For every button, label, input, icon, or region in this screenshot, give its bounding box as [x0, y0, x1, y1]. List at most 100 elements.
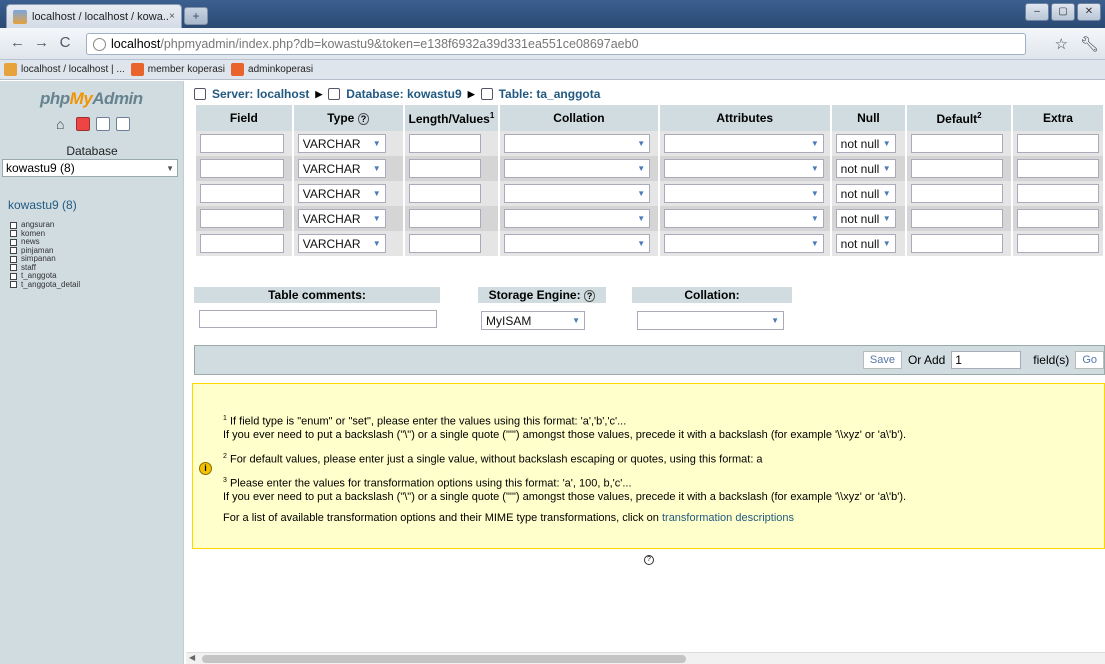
length-input[interactable] [408, 234, 481, 253]
query-window-icon[interactable] [96, 117, 110, 131]
collation-select[interactable]: ▼ [504, 184, 651, 203]
col-header-type: Type ? [293, 105, 403, 131]
bookmark-icon [4, 63, 17, 76]
table-icon [10, 272, 17, 280]
type-select[interactable]: VARCHAR ▼ [297, 234, 386, 253]
null-select[interactable]: not null ▼ [835, 209, 896, 228]
address-bar[interactable]: localhost/phpmyadmin/index.php?db=kowast… [86, 33, 1026, 55]
field-name-input[interactable] [200, 209, 284, 228]
home-icon[interactable]: ⌂ [56, 117, 70, 131]
breadcrumb-database[interactable]: Database: kowastu9 [346, 87, 461, 101]
bookmark-star-icon[interactable]: ☆ [1055, 35, 1068, 53]
extra-input[interactable] [1016, 134, 1099, 153]
length-input[interactable] [408, 159, 481, 178]
bookmark-adminkoperasi[interactable]: adminkoperasi [231, 63, 313, 76]
chevron-down-icon: ▼ [771, 316, 779, 325]
save-button[interactable]: Save [862, 351, 902, 369]
collation-select[interactable]: ▼ [504, 134, 651, 153]
help-icon[interactable]: ? [583, 290, 596, 302]
type-select[interactable]: VARCHAR ▼ [297, 159, 386, 178]
attributes-select[interactable]: ▼ [663, 159, 824, 178]
attributes-select[interactable]: ▼ [663, 209, 824, 228]
extra-input[interactable] [1016, 184, 1099, 203]
chevron-down-icon: ▼ [810, 214, 819, 223]
info-icon: i [199, 462, 212, 475]
bookmark-localhost[interactable]: localhost / localhost | ... [4, 63, 125, 76]
storage-engine-select[interactable]: MyISAM ▼ [481, 311, 585, 330]
maximize-button[interactable]: ▢ [1051, 3, 1075, 21]
chevron-down-icon: ▼ [637, 139, 646, 148]
browser-tab[interactable]: localhost / localhost / kowa... × [6, 4, 182, 28]
chevron-down-icon: ▼ [637, 239, 646, 248]
storage-engine-label: Storage Engine: ? [478, 287, 606, 303]
attributes-select[interactable]: ▼ [663, 234, 824, 253]
length-input[interactable] [408, 134, 481, 153]
field-name-input[interactable] [200, 159, 284, 178]
attributes-select[interactable]: ▼ [663, 184, 824, 203]
table-row: VARCHAR ▼ ▼ ▼ not null ▼ [196, 181, 1103, 206]
sql-icon[interactable] [76, 117, 90, 131]
database-title-link[interactable]: kowastu9 (8) [8, 198, 77, 212]
tab-close-icon[interactable]: × [169, 11, 175, 22]
collation-select[interactable]: ▼ [504, 234, 651, 253]
close-window-button[interactable]: ✕ [1077, 3, 1101, 21]
field-name-input[interactable] [200, 234, 284, 253]
null-select[interactable]: not null ▼ [835, 159, 896, 178]
minimize-button[interactable]: – [1025, 3, 1049, 21]
length-input[interactable] [408, 209, 481, 228]
default-input[interactable] [911, 134, 1004, 153]
scrollbar-thumb[interactable] [202, 655, 686, 663]
field-name-input[interactable] [200, 134, 284, 153]
table-icon [480, 88, 493, 100]
extra-input[interactable] [1016, 159, 1099, 178]
add-fields-input[interactable]: 1 [951, 351, 1022, 369]
chevron-down-icon: ▼ [637, 189, 646, 198]
type-select[interactable]: VARCHAR ▼ [297, 209, 386, 228]
default-input[interactable] [911, 159, 1004, 178]
forward-arrow-icon[interactable]: → [34, 34, 49, 51]
type-select[interactable]: VARCHAR ▼ [297, 134, 386, 153]
chevron-down-icon: ▼ [372, 239, 381, 248]
collation-select[interactable]: ▼ [504, 159, 651, 178]
col-header-default: Default2 [907, 105, 1011, 131]
table-icon [10, 255, 17, 263]
docs-icon[interactable] [116, 117, 130, 131]
default-input[interactable] [911, 209, 1004, 228]
help-icon[interactable]: ? [357, 113, 370, 125]
chevron-down-icon: ▼ [810, 139, 819, 148]
scroll-left-icon[interactable]: ◀ [189, 653, 195, 662]
extra-input[interactable] [1016, 234, 1099, 253]
go-button[interactable]: Go [1075, 351, 1104, 369]
new-tab-button[interactable]: + [184, 7, 208, 25]
bookmark-member-koperasi[interactable]: member koperasi [130, 63, 225, 76]
default-input[interactable] [911, 234, 1004, 253]
default-input[interactable] [911, 184, 1004, 203]
col-header-collation: Collation [500, 105, 658, 131]
field-definition-table: Field Type ? Length/Values1 Collation At… [194, 105, 1105, 256]
extra-input[interactable] [1016, 209, 1099, 228]
table-collation-select[interactable]: ▼ [637, 311, 784, 330]
table-comments-input[interactable] [199, 310, 437, 328]
table-comments-label: Table comments: [194, 287, 440, 303]
table-item-t-anggota-detail[interactable]: t_anggota_detail [10, 280, 80, 290]
reload-icon[interactable]: C [58, 34, 72, 51]
null-select[interactable]: not null ▼ [835, 134, 896, 153]
back-arrow-icon[interactable]: ← [10, 34, 25, 51]
phpmyadmin-logo[interactable]: phpMyAdmin [40, 89, 143, 109]
attributes-select[interactable]: ▼ [663, 134, 824, 153]
type-select[interactable]: VARCHAR ▼ [297, 184, 386, 203]
length-input[interactable] [408, 184, 481, 203]
horizontal-scrollbar[interactable]: ◀ [186, 652, 1105, 664]
help-icon[interactable]: ? [644, 555, 654, 565]
null-select[interactable]: not null ▼ [835, 184, 896, 203]
null-select[interactable]: not null ▼ [835, 234, 896, 253]
col-header-field: Field [196, 105, 292, 131]
breadcrumb-table[interactable]: Table: ta_anggota [499, 87, 601, 101]
database-select[interactable]: kowastu9 (8) ▼ [2, 159, 178, 177]
transformation-descriptions-link[interactable]: transformation descriptions [662, 512, 794, 524]
breadcrumb-server[interactable]: Server: localhost [212, 87, 309, 101]
collation-select[interactable]: ▼ [504, 209, 651, 228]
wrench-icon[interactable]: 🔧︎ [1080, 35, 1099, 53]
field-name-input[interactable] [200, 184, 284, 203]
browser-toolbar: ← → C localhost/phpmyadmin/index.php?db=… [0, 28, 1105, 60]
